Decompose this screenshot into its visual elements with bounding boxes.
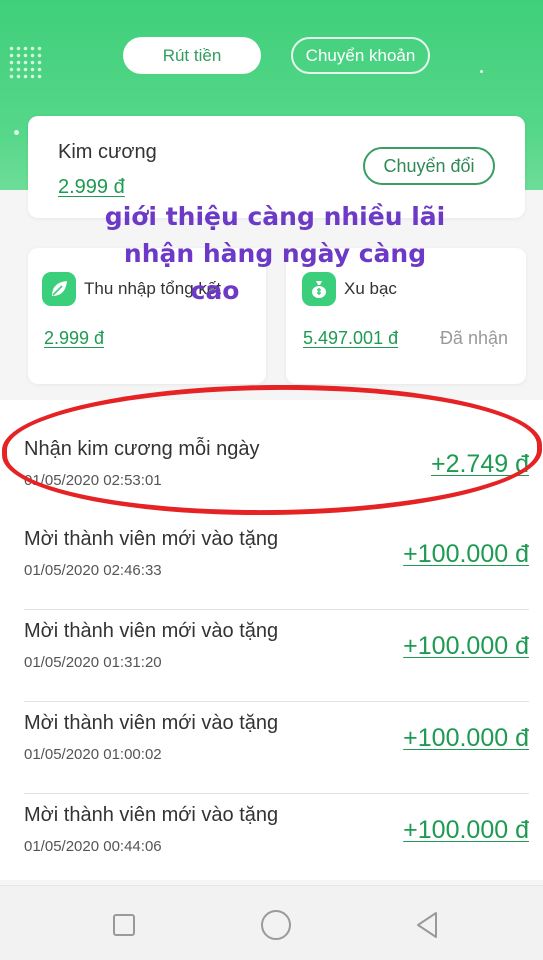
silver-coin-card[interactable]: Xu bạc 5.497.001 đ Đã nhận	[286, 248, 526, 384]
dot-grid-decoration	[8, 45, 44, 81]
diamond-amount: 2.999 đ	[58, 176, 125, 198]
transaction-row[interactable]: Mời thành viên mới vào tặng 01/05/2020 0…	[0, 610, 543, 702]
transaction-time: 01/05/2020 01:00:02	[24, 746, 162, 763]
received-status: Đã nhận	[439, 328, 508, 348]
transaction-time: 01/05/2020 01:31:20	[24, 654, 162, 671]
transaction-amount: +100.000 đ	[403, 724, 529, 752]
recent-apps-icon[interactable]	[113, 914, 135, 936]
transaction-row[interactable]: Nhận kim cương mỗi ngày 01/05/2020 02:53…	[0, 428, 543, 520]
transaction-row[interactable]: Mời thành viên mới vào tặng 01/05/2020 0…	[0, 702, 543, 794]
transaction-row[interactable]: Mời thành viên mới vào tặng 01/05/2020 0…	[0, 794, 543, 886]
transaction-amount: +100.000 đ	[403, 632, 529, 660]
income-summary-value: 2.999 đ	[44, 328, 105, 348]
diamond-label: Kim cương	[58, 141, 157, 163]
transaction-title: Nhận kim cương mỗi ngày	[24, 438, 260, 460]
transaction-list: Nhận kim cương mỗi ngày 01/05/2020 02:53…	[0, 400, 543, 886]
decoration-dot	[14, 130, 19, 135]
income-summary-title: Thu nhập tổng kết	[84, 279, 222, 298]
transaction-time: 01/05/2020 02:46:33	[24, 562, 162, 579]
money-bag-icon	[302, 272, 336, 306]
home-icon[interactable]	[261, 910, 291, 940]
system-navigation-bar	[0, 885, 543, 960]
leaf-icon	[42, 272, 76, 306]
transaction-row[interactable]: Mời thành viên mới vào tặng 01/05/2020 0…	[0, 518, 543, 610]
transaction-amount: +2.749 đ	[430, 450, 529, 478]
decoration-dot	[480, 70, 483, 73]
transaction-time: 01/05/2020 02:53:01	[24, 472, 162, 489]
convert-button[interactable]: Chuyển đổi	[363, 147, 495, 185]
tab-transfer[interactable]: Chuyển khoản	[291, 37, 430, 74]
transaction-title: Mời thành viên mới vào tặng	[24, 528, 279, 550]
transaction-amount: +100.000 đ	[403, 540, 529, 568]
silver-coin-title: Xu bạc	[344, 279, 397, 298]
diamond-balance-card: Kim cương 2.999 đ Chuyển đổi	[28, 116, 525, 218]
transaction-time: 01/05/2020 00:44:06	[24, 838, 162, 855]
tab-withdraw[interactable]: Rút tiền	[123, 37, 261, 74]
transaction-title: Mời thành viên mới vào tặng	[24, 620, 279, 642]
income-summary-card[interactable]: Thu nhập tổng kết 2.999 đ	[28, 248, 266, 384]
silver-coin-value: 5.497.001 đ	[303, 328, 399, 348]
back-icon[interactable]	[414, 910, 440, 938]
transaction-amount: +100.000 đ	[403, 816, 529, 844]
transaction-title: Mời thành viên mới vào tặng	[24, 712, 279, 734]
transaction-title: Mời thành viên mới vào tặng	[24, 804, 279, 826]
